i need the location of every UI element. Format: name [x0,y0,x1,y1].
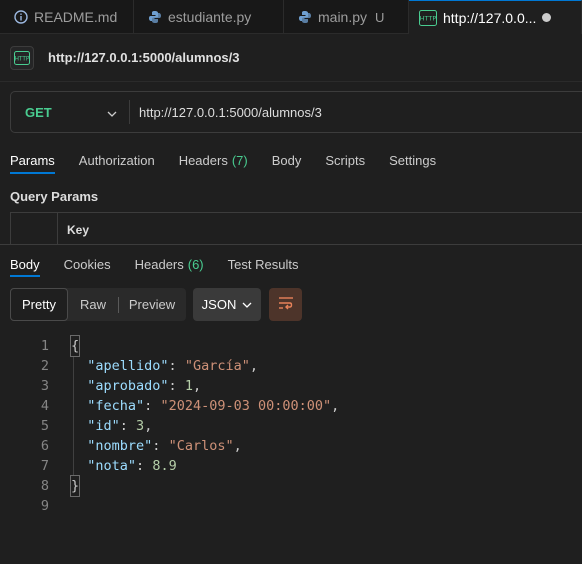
line-number: 7 [40,458,49,474]
json-value: "2024-09-03 00:00:00" [160,398,332,414]
tab-settings[interactable]: Settings [389,146,436,174]
code-line: 7 "nota": 8.9 [0,456,582,476]
response-headers-count: (6) [187,256,204,272]
checkbox-column [11,213,58,244]
tab-headers[interactable]: Headers (7) [179,146,248,174]
python-icon [298,10,312,24]
json-value: "García" [184,358,250,374]
json-value: 1 [184,378,193,394]
panel-divider[interactable] [0,244,582,245]
json-value: 8.9 [152,458,177,474]
wrap-lines-button[interactable] [269,288,302,321]
tab-authorization[interactable]: Authorization [79,146,155,174]
json-key: "apellido" [87,358,169,374]
untracked-badge: U [375,9,385,25]
preview-button[interactable]: Preview [119,288,185,321]
tab-label: Headers [134,256,184,272]
request-title-bar: HTTP http://127.0.0.1:5000/alumnos/3 [0,34,582,82]
url-bar: GET http://127.0.0.1:5000/alumnos/3 [10,91,582,133]
code-line: 2 "apellido": "García", [0,356,582,376]
query-params-heading: Query Params [10,189,99,204]
request-title[interactable]: http://127.0.0.1:5000/alumnos/3 [48,50,239,65]
key-column-header: Key [67,223,90,237]
tab-http-request[interactable]: HTTP http://127.0.0... [409,0,582,34]
python-icon [148,10,162,24]
format-label: JSON [201,297,237,312]
tab-label: http://127.0.0... [443,9,537,26]
code-line: 1{ [0,335,582,357]
line-number: 8 [40,478,49,494]
unsaved-dot-icon[interactable] [542,13,552,22]
tab-readme[interactable]: README.md [0,0,134,34]
tab-response-body[interactable]: Body [10,251,40,277]
json-key: "id" [87,418,120,434]
http-icon: HTTP [10,45,34,70]
tab-estudiante[interactable]: estudiante.py [134,0,284,34]
tab-label: Headers [178,152,228,168]
json-value: "Carlos" [168,438,234,454]
method-select[interactable]: GET [11,105,129,120]
chevron-down-icon [242,302,252,308]
tab-cookies[interactable]: Cookies [64,251,111,277]
wrap-lines-icon [278,296,294,313]
code-line: 3 "aprobado": 1, [0,376,582,396]
line-number: 9 [40,498,49,514]
url-input[interactable]: http://127.0.0.1:5000/alumnos/3 [130,105,322,120]
code-line: 5 "id": 3, [0,416,582,436]
json-brace: { [69,335,81,357]
json-key: "aprobado" [87,378,169,394]
json-brace: } [69,475,81,497]
headers-count: (7) [231,152,248,168]
pretty-button[interactable]: Pretty [10,288,68,321]
line-number: 1 [40,338,49,354]
tab-label: main.py [318,9,368,25]
json-key: "fecha" [87,398,145,414]
json-key: "nombre" [87,438,153,454]
editor-tab-bar: README.md estudiante.py main.py U HTTP h… [0,0,582,34]
line-number: 3 [40,378,49,394]
tab-body[interactable]: Body [272,146,302,174]
code-line: 9 [0,496,582,516]
http-icon: HTTP [419,9,437,26]
tab-label: estudiante.py [168,9,252,25]
tab-params[interactable]: Params [10,146,55,174]
format-select[interactable]: JSON [193,288,261,321]
line-number: 6 [40,438,49,454]
tab-scripts[interactable]: Scripts [325,146,365,174]
line-number: 5 [40,418,49,434]
query-params-table: Key [10,212,582,244]
method-label: GET [25,104,52,120]
raw-button[interactable]: Raw [68,288,118,321]
response-tabs: Body Cookies Headers (6) Test Results [0,251,582,277]
json-key: "nota" [87,458,137,474]
tab-response-headers[interactable]: Headers (6) [135,251,204,277]
info-icon [14,10,28,24]
response-body-editor[interactable]: 1{ 2 "apellido": "García", 3 "aprobado":… [0,335,582,516]
code-line: 6 "nombre": "Carlos", [0,436,582,456]
request-tabs: Params Authorization Headers (7) Body Scr… [0,146,582,174]
svg-text:HTTP: HTTP [15,56,30,62]
svg-text:HTTP: HTTP [420,14,437,22]
view-mode-toggle: Pretty Raw Preview [10,288,186,321]
chevron-down-icon [107,105,117,120]
tab-main[interactable]: main.py U [284,0,409,34]
tab-test-results[interactable]: Test Results [228,251,299,277]
line-number: 2 [40,358,49,374]
line-number: 4 [40,398,49,414]
code-line: 8} [0,475,582,497]
json-value: 3 [136,418,145,434]
code-line: 4 "fecha": "2024-09-03 00:00:00", [0,396,582,416]
tab-label: README.md [34,9,118,25]
